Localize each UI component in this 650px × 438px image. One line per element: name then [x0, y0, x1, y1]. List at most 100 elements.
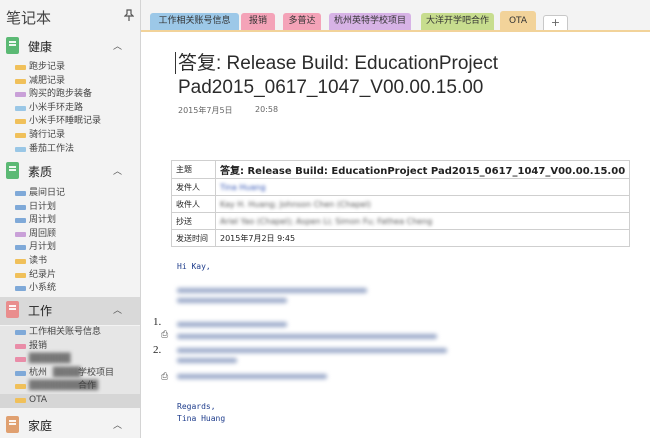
- sidebar-item[interactable]: 日计划: [0, 201, 140, 215]
- tab-dayang-cooperation[interactable]: 大洋开学吧合作: [421, 13, 494, 30]
- section-tab-icon: [15, 105, 26, 111]
- table-row: 发件人 Tina Huang: [171, 178, 631, 196]
- sidebar-item-label-suffix: 学校项目: [78, 367, 115, 378]
- tab-label: 报销: [248, 16, 267, 26]
- section-tab-icon: [15, 397, 26, 403]
- sidebar-item-label: 月计划: [29, 242, 57, 253]
- sidebar-item-label: OTA: [29, 394, 48, 405]
- section-tab-icon: [15, 330, 26, 335]
- tab-hangzhou-project[interactable]: 杭州英特学校项目: [329, 13, 411, 30]
- section-tab-icon: [15, 357, 26, 363]
- notebook-icon: [6, 416, 19, 433]
- sidebar-item[interactable]: 报销: [0, 340, 140, 354]
- sidebar-title: 笔记本: [6, 9, 52, 27]
- sidebar-item[interactable]: 工作相关账号信息: [0, 326, 140, 340]
- sidebar-item[interactable]: 减肥记录: [0, 75, 140, 89]
- sidebar-item-label: 工作相关账号信息: [29, 327, 102, 337]
- notebook-label: 工作: [28, 304, 53, 318]
- blurred-text-line: [177, 348, 447, 353]
- section-tab-icon: [15, 218, 26, 224]
- sidebar-item[interactable]: 周回顾: [0, 228, 140, 242]
- notebook-label: 家庭: [28, 419, 53, 433]
- sidebar-item-label: 购买的跑步装备: [29, 89, 93, 100]
- blurred-text-line: [177, 298, 287, 303]
- sidebar-item[interactable]: 周计划: [0, 214, 140, 228]
- list-number: 1.: [153, 316, 162, 328]
- sidebar-item[interactable]: 跑步记录: [0, 61, 140, 75]
- page-date: 2015年7月5日: [178, 106, 233, 115]
- blurred-text-line: [177, 334, 437, 339]
- sidebar-item[interactable]: 番茄工作法: [0, 143, 140, 157]
- table-row: 抄送 Ariel Yao (Chapel); Aspen Li; Simon F…: [171, 212, 631, 230]
- section-tab-icon: [15, 231, 26, 237]
- sidebar-item[interactable]: ██████: [0, 353, 140, 367]
- sidebar-item[interactable]: 购买的跑步装备: [0, 88, 140, 102]
- section-tab-bar: 工作相关账号信息 报销 多普达 杭州英特学校项目 大洋开学吧合作 OTA +: [141, 0, 650, 32]
- section-tab-icon: [15, 258, 26, 264]
- sidebar-item[interactable]: 骑行记录: [0, 129, 140, 143]
- sidebar-item[interactable]: 小米手环走路: [0, 102, 140, 116]
- sidebar-item-label: 周计划: [29, 215, 57, 226]
- chevron-up-icon[interactable]: ︿: [113, 164, 122, 177]
- notebook-work[interactable]: 工作 ︿: [0, 297, 140, 325]
- sidebar-item[interactable]: 杭州 ████ 学校项目: [0, 367, 140, 381]
- table-row: 主题 答复: Release Build: EducationProject P…: [171, 160, 631, 179]
- sidebar-item[interactable]: 晨间日记: [0, 187, 140, 201]
- pin-icon[interactable]: [123, 9, 135, 24]
- chevron-up-icon[interactable]: ︿: [113, 418, 122, 431]
- sidebar-item-label: 日计划: [29, 201, 57, 212]
- tab-label: 大洋开学吧合作: [425, 16, 489, 26]
- note-page[interactable]: 答复: Release Build: EducationProject Pad2…: [141, 32, 650, 438]
- cc-label: 抄送: [171, 212, 216, 230]
- section-tab-icon: [15, 343, 26, 349]
- tab-work-accounts[interactable]: 工作相关账号信息: [150, 13, 239, 30]
- section-tab-icon: [15, 286, 26, 292]
- chevron-up-icon[interactable]: ︿: [113, 39, 122, 52]
- section-list-work: 工作相关账号信息 报销 ██████ 杭州 ████ 学校项目 ██████████…: [0, 326, 140, 408]
- sidebar-item-label: 周回顾: [29, 228, 57, 239]
- notebook-label: 健康: [28, 40, 53, 54]
- sidebar-item[interactable]: 纪录片: [0, 269, 140, 283]
- sidebar-item-label: 小米手环走路: [29, 102, 84, 113]
- tab-label: 工作相关账号信息: [158, 16, 231, 26]
- section-tab-icon: [15, 204, 26, 210]
- sidebar-item-label-suffix: 合作: [78, 381, 97, 392]
- sidebar-item-ota[interactable]: OTA: [0, 393, 140, 408]
- email-signature: Tina Huang: [177, 414, 226, 423]
- section-tab-icon: [15, 119, 26, 125]
- tab-label: 多普达: [288, 16, 316, 26]
- table-row: 收件人 Kay H. Huang; Johnson Chen (Chapel): [171, 195, 631, 213]
- tab-reimbursement[interactable]: 报销: [241, 13, 275, 30]
- notebook-family[interactable]: 家庭 ︿: [0, 412, 140, 438]
- tab-label: OTA: [508, 16, 528, 26]
- sidebar-item[interactable]: 小米手环睡眠记录: [0, 115, 140, 129]
- sidebar-item-label: 纪录片: [29, 269, 57, 280]
- notebook-quality[interactable]: 素质 ︿: [0, 158, 140, 184]
- section-tab-icon: [15, 191, 26, 196]
- notebook-health[interactable]: 健康 ︿: [0, 33, 140, 59]
- attachment-icon: ⎙: [161, 330, 169, 340]
- sidebar-item[interactable]: ██████████ 合作: [0, 380, 140, 394]
- text-cursor: [175, 52, 176, 74]
- section-tab-icon: [15, 272, 26, 278]
- chevron-up-icon[interactable]: ︿: [113, 303, 122, 316]
- sidebar-item-label: 番茄工作法: [29, 143, 75, 154]
- blurred-text-line: [177, 374, 327, 379]
- sent-value: 2015年7月2日 9:45: [214, 229, 631, 247]
- blurred-text-line: [177, 288, 367, 293]
- sidebar-item[interactable]: 读书: [0, 255, 140, 269]
- add-section-button[interactable]: +: [543, 15, 568, 31]
- page-time: 20:58: [255, 105, 279, 114]
- tab-label: 杭州英特学校项目: [333, 16, 406, 26]
- page-title[interactable]: 答复: Release Build: EducationProject Pad2…: [178, 52, 633, 100]
- tab-dopod[interactable]: 多普达: [283, 13, 321, 30]
- tab-ota[interactable]: OTA: [500, 11, 536, 32]
- section-tab-icon: [15, 370, 26, 376]
- sidebar-item[interactable]: 月计划: [0, 241, 140, 255]
- sidebar-item[interactable]: 小系统: [0, 282, 140, 296]
- notebook-label: 素质: [28, 165, 53, 179]
- sidebar-item-label: 骑行记录: [29, 129, 66, 140]
- sidebar-item-label: 跑步记录: [29, 62, 66, 72]
- from-value[interactable]: Tina Huang: [214, 178, 631, 196]
- cc-value: Ariel Yao (Chapel); Aspen Li; Simon Fu; …: [214, 212, 631, 230]
